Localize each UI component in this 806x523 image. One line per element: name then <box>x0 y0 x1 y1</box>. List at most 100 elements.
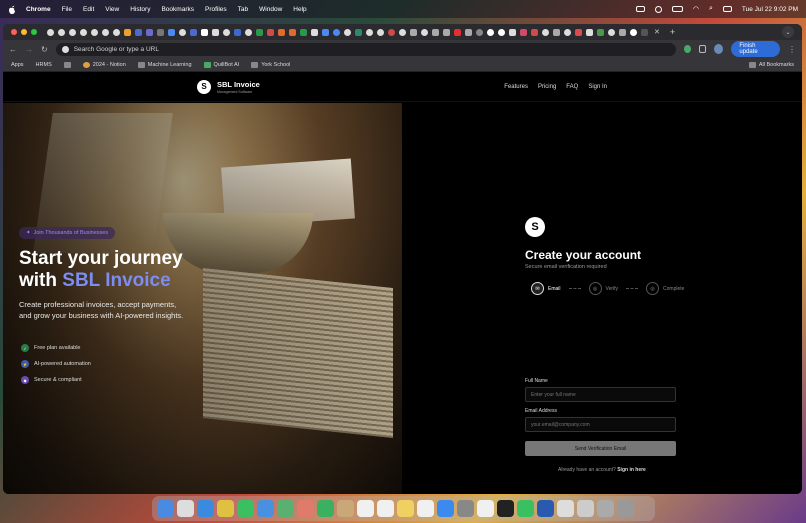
menu-bookmarks[interactable]: Bookmarks <box>161 6 194 13</box>
reload-icon[interactable]: ↻ <box>41 45 48 54</box>
downloads-icon[interactable] <box>597 500 614 517</box>
address-bar[interactable]: Search Google or type a URL <box>55 42 676 56</box>
terminal-icon[interactable] <box>497 500 514 517</box>
tab-site-icon[interactable] <box>157 28 164 36</box>
tab-site-icon[interactable] <box>608 28 615 36</box>
tab-site-icon[interactable] <box>289 28 296 36</box>
sign-in-link[interactable]: Sign in here <box>617 467 646 473</box>
back-icon[interactable]: ← <box>9 45 17 54</box>
search-icon[interactable]: ⌕ <box>709 5 713 13</box>
play-icon[interactable] <box>654 5 662 13</box>
finish-update-button[interactable]: Finish update <box>731 41 780 57</box>
close-window-button[interactable] <box>11 29 17 35</box>
tab-sheets-icon[interactable] <box>300 28 307 36</box>
tab-github-icon[interactable] <box>80 28 87 36</box>
maps-icon[interactable] <box>277 500 294 517</box>
tab-active-icon[interactable] <box>641 28 648 36</box>
tab-github-icon[interactable] <box>179 28 186 36</box>
finder-icon[interactable] <box>157 500 174 517</box>
email-input[interactable] <box>525 417 676 432</box>
whatsapp-icon[interactable] <box>517 500 534 517</box>
bookmark-grid[interactable] <box>63 61 71 68</box>
wifi-icon[interactable]: ◠ <box>693 5 699 13</box>
tab-site-icon[interactable] <box>278 28 285 36</box>
notes-icon[interactable] <box>397 500 414 517</box>
safari-icon[interactable] <box>197 500 214 517</box>
reminders-icon[interactable] <box>377 500 394 517</box>
menu-clock[interactable]: Tue Jul 22 9:02 PM <box>742 6 798 13</box>
calendar-icon[interactable] <box>357 500 374 517</box>
close-tab-icon[interactable]: ✕ <box>654 28 660 36</box>
bookmark-hrms[interactable]: HRMS <box>36 62 52 68</box>
menu-help[interactable]: Help <box>293 6 306 13</box>
freeform-icon[interactable] <box>417 500 434 517</box>
tab-site-icon[interactable] <box>322 28 329 36</box>
menu-window[interactable]: Window <box>259 6 282 13</box>
contacts-icon[interactable] <box>337 500 354 517</box>
brand-name[interactable]: SBL Invoice <box>217 80 260 89</box>
photos-icon[interactable] <box>297 500 314 517</box>
tab-site-icon[interactable] <box>564 28 571 36</box>
nav-sign-in[interactable]: Sign In <box>588 84 607 90</box>
full-name-input[interactable] <box>525 387 676 402</box>
tab-search-icon[interactable]: ⌄ <box>782 26 794 38</box>
preview-icon[interactable] <box>557 500 574 517</box>
tab-site-icon[interactable] <box>355 28 362 36</box>
menu-edit[interactable]: Edit <box>83 6 94 13</box>
tab-chart-icon[interactable] <box>124 28 131 36</box>
menu-file[interactable]: File <box>62 6 72 13</box>
bookmark-york-school[interactable]: York School <box>251 61 290 68</box>
bookmark-apps[interactable]: Apps <box>11 62 24 68</box>
control-center-icon[interactable] <box>722 6 732 12</box>
tab-site-icon[interactable] <box>223 28 230 36</box>
tab-site-icon[interactable] <box>476 28 483 36</box>
tab-github-icon[interactable] <box>91 28 98 36</box>
facetime-icon[interactable] <box>317 500 334 517</box>
tab-site-icon[interactable] <box>410 28 417 36</box>
extension-icon[interactable] <box>683 45 691 53</box>
word-icon[interactable] <box>537 500 554 517</box>
trash-icon[interactable] <box>617 500 634 517</box>
screenshot-icon[interactable] <box>577 500 594 517</box>
tab-site-icon[interactable] <box>245 28 252 36</box>
site-logo[interactable]: S <box>197 79 211 94</box>
chrome-icon[interactable] <box>217 500 234 517</box>
slack-icon[interactable] <box>477 500 494 517</box>
tab-site-icon[interactable] <box>619 28 626 36</box>
tab-site-icon[interactable] <box>443 28 450 36</box>
nav-faq[interactable]: FAQ <box>566 84 578 90</box>
tab-site-icon[interactable] <box>432 28 439 36</box>
bookmark-machine-learning[interactable]: Machine Learning <box>137 61 192 68</box>
tab-site-icon[interactable] <box>498 28 505 36</box>
tab-youtube-icon[interactable] <box>454 28 461 36</box>
settings-icon[interactable] <box>457 500 474 517</box>
all-bookmarks[interactable]: All Bookmarks <box>748 61 794 68</box>
new-tab-icon[interactable]: + <box>670 27 675 37</box>
apple-icon[interactable] <box>8 5 16 14</box>
tab-site-icon[interactable] <box>465 28 472 36</box>
tab-site-icon[interactable] <box>553 28 560 36</box>
tab-site-icon[interactable] <box>520 28 527 36</box>
tab-gmail-icon[interactable] <box>575 28 582 36</box>
profile-avatar[interactable] <box>714 44 724 54</box>
battery-icon[interactable] <box>671 6 683 12</box>
tab-github-icon[interactable] <box>69 28 76 36</box>
tab-site-icon[interactable] <box>201 28 208 36</box>
menu-tab[interactable]: Tab <box>238 6 248 13</box>
tab-site-icon[interactable] <box>168 28 175 36</box>
tab-github-icon[interactable] <box>377 28 384 36</box>
tab-site-icon[interactable] <box>212 28 219 36</box>
menu-app-name[interactable]: Chrome <box>26 6 51 13</box>
tab-github-icon[interactable] <box>344 28 351 36</box>
tab-site-icon[interactable] <box>388 28 395 36</box>
forward-icon[interactable]: → <box>25 45 33 54</box>
more-menu-icon[interactable]: ⋮ <box>788 45 796 54</box>
tab-github-icon[interactable] <box>399 28 406 36</box>
tab-github-icon[interactable] <box>102 28 109 36</box>
tab-site-icon[interactable] <box>135 28 142 36</box>
nav-pricing[interactable]: Pricing <box>538 84 556 90</box>
mail-icon[interactable] <box>257 500 274 517</box>
menu-view[interactable]: View <box>105 6 119 13</box>
tab-site-icon[interactable] <box>234 28 241 36</box>
launchpad-icon[interactable] <box>177 500 194 517</box>
